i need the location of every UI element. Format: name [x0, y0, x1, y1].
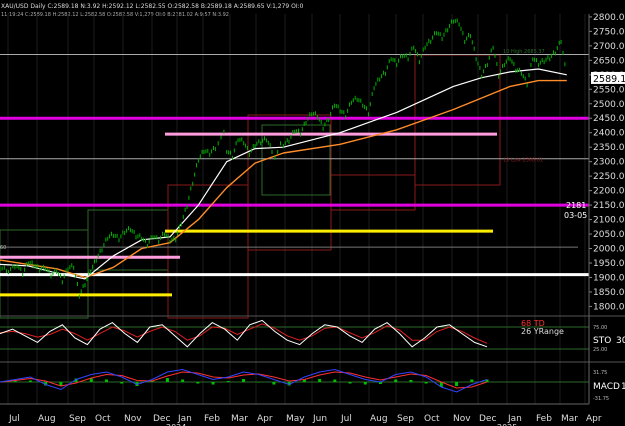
x-tick-label: Nov [124, 414, 142, 424]
label-60: 60 [0, 245, 6, 251]
x-tick-label: Sep [69, 414, 86, 424]
x-tick-label: Dec [479, 414, 496, 424]
x-tick-label: Mar [231, 414, 248, 424]
x-tick-label: Oct [95, 414, 111, 424]
macd-level-label: -31.75 [593, 396, 609, 402]
x-tick-label: Feb [536, 414, 552, 424]
y-tick-label: 2150.00 [593, 201, 625, 211]
quote-line: XAU/USD Daily C:2589.18 N:3.92 H:2592.12… [1, 3, 304, 10]
info-line: 11:19:24 C:2589.18 H:2582.12 L:2582.58 O… [1, 12, 229, 18]
y-tick-label: 2550.00 [593, 85, 625, 95]
stoch-level-label: 25.00 [593, 347, 607, 353]
y-tick-label: 2300.00 [593, 158, 625, 168]
x-tick-label: Jul [8, 414, 20, 424]
y-tick-label: 2250.00 [593, 172, 625, 182]
x-tick-label: Aug [370, 414, 388, 424]
macd-label: MACD [593, 382, 620, 392]
y-tick-label: 2750.00 [593, 27, 625, 37]
y-tick-label: 1800.00 [593, 302, 625, 312]
x-tick-label: Apr [586, 414, 602, 424]
macd-value: 1 [621, 382, 625, 392]
x-tick-label: May [286, 414, 305, 424]
high-annotation: 10 High 2685.37 [503, 49, 545, 55]
y-tick-label: 2700.00 [593, 42, 625, 52]
y-tick-label: 2450.00 [593, 114, 625, 124]
y-tick-label: 2100.00 [593, 216, 625, 226]
x-tick-label: Feb [204, 414, 220, 424]
y-tick-label: 2350.00 [593, 143, 625, 153]
y-tick-label: 1900.00 [593, 273, 625, 283]
x-tick-label: Aug [38, 414, 56, 424]
last-price-label: 2589.17 [593, 74, 625, 85]
y-tick-label: 1950.00 [593, 259, 625, 269]
stoch-note-range: 26 YRange [521, 327, 564, 336]
price-chart[interactable]: XAU/USD Daily C:2589.18 N:3.92 H:2592.12… [0, 0, 625, 426]
x-tick-label: Nov [453, 414, 471, 424]
x-tick-label: Mar [561, 414, 578, 424]
x-tick-label: Jun [312, 414, 327, 424]
x-tick-label: Apr [257, 414, 273, 424]
y-tick-label: 1850.00 [593, 288, 625, 298]
y-tick-label: 2650.00 [593, 56, 625, 66]
y-tick-label: 2200.00 [593, 187, 625, 197]
macd-level-label: 31.75 [593, 370, 607, 376]
stoch-label: STO [593, 336, 611, 346]
low-annotation: 10 Low 2308.01 [503, 158, 543, 164]
x-tick-label: Jul [340, 414, 352, 424]
stoch-level-label: 75.00 [593, 325, 607, 331]
date-label-0305: 03-05 [564, 211, 587, 220]
level-label-2181: 2181 [566, 201, 586, 210]
y-tick-label: 2400.00 [593, 129, 625, 139]
x-tick-label: Oct [424, 414, 440, 424]
y-tick-label: 2000.00 [593, 245, 625, 255]
x-tick-label: Sep [397, 414, 414, 424]
stoch-value: 30 [616, 336, 625, 346]
y-tick-label: 2050.00 [593, 230, 625, 240]
y-tick-label: 2800.00 [593, 13, 625, 23]
y-tick-label: 2500.00 [593, 100, 625, 110]
